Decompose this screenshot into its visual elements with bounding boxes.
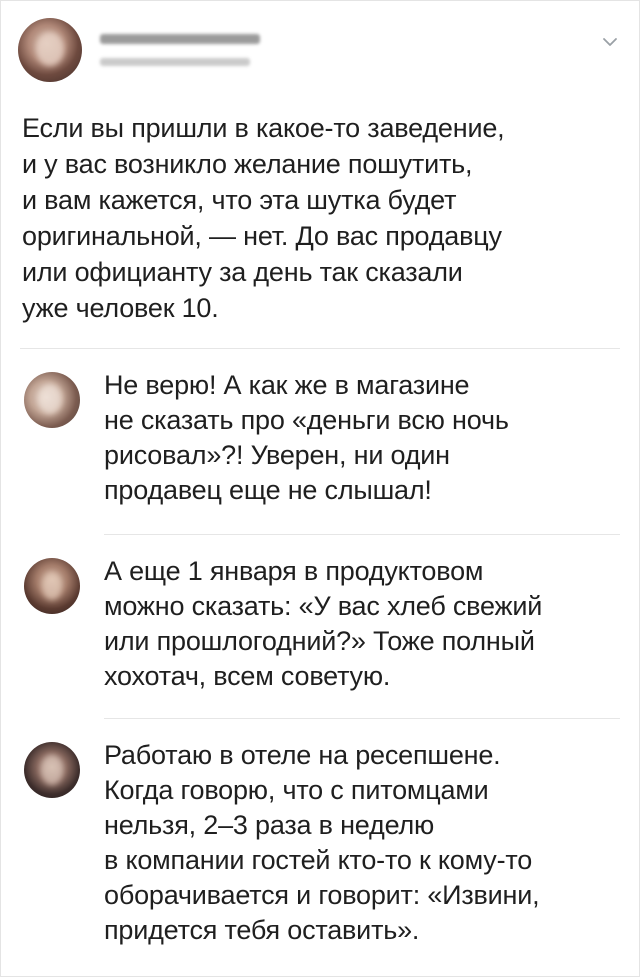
reply-text-line: в компании гостей кто-то к кому-то — [104, 845, 533, 875]
reply-text: Работаю в отеле на ресепшене. Когда гово… — [104, 738, 624, 948]
post-text-line: или официанту за день так сказали — [22, 257, 463, 287]
reply-text-line: Работаю в отеле на ресепшене. — [104, 740, 501, 770]
post-text: Если вы пришли в какое-то заведение, и у… — [22, 110, 622, 326]
reply-text-line: придется тебя оставить». — [104, 915, 420, 945]
reply-text-line: или прошлогодний?» Тоже полный — [104, 626, 535, 656]
avatar-blurred-face — [41, 755, 63, 785]
reply-text-line: А еще 1 января в продуктовом — [104, 556, 484, 586]
reply-text-line: Не верю! А как же в магазине — [104, 370, 470, 400]
reply-text: А еще 1 января в продуктовом можно сказа… — [104, 554, 624, 694]
reply-text-line: рисовал»?! Уверен, ни один — [104, 440, 450, 470]
avatar-blurred-face — [36, 32, 64, 66]
post-text-line: и у вас возникло желание пошутить, — [22, 149, 473, 179]
reply-text-line: не сказать про «деньги всю ночь — [104, 405, 509, 435]
author-avatar[interactable] — [18, 18, 82, 82]
reply-text-line: хохотач, всем советую. — [104, 661, 391, 691]
avatar-blurred-face — [42, 572, 62, 600]
reply-text-line: Когда говорю, что с питомцами — [104, 775, 489, 805]
reply-avatar[interactable] — [24, 742, 80, 798]
avatar-blurred-face — [38, 384, 62, 414]
post-text-line: и вам кажется, что эта шутка будет — [22, 185, 457, 215]
reply-text-line: нельзя, 2–3 раза в неделю — [104, 810, 435, 840]
divider — [104, 718, 620, 719]
post-header — [18, 18, 622, 88]
reply-avatar[interactable] — [24, 372, 80, 428]
author-handle-redacted — [100, 58, 250, 66]
post-text-line: Если вы пришли в какое-то заведение, — [22, 113, 505, 143]
post-text-line: оригинальной, — нет. До вас продавцу — [22, 221, 502, 251]
reply-avatar[interactable] — [24, 558, 80, 614]
reply-text: Не верю! А как же в магазине не сказать … — [104, 368, 624, 508]
reply-text-line: продавец еще не слышал! — [104, 475, 432, 505]
divider — [104, 534, 620, 535]
post-text-line: уже человек 10. — [22, 293, 219, 323]
chevron-down-icon[interactable] — [602, 34, 618, 50]
reply-text-line: можно сказать: «У вас хлеб свежий — [104, 591, 543, 621]
divider — [20, 348, 620, 349]
author-name-redacted[interactable] — [100, 34, 260, 44]
reply-text-line: оборачивается и говорит: «Извини, — [104, 880, 540, 910]
